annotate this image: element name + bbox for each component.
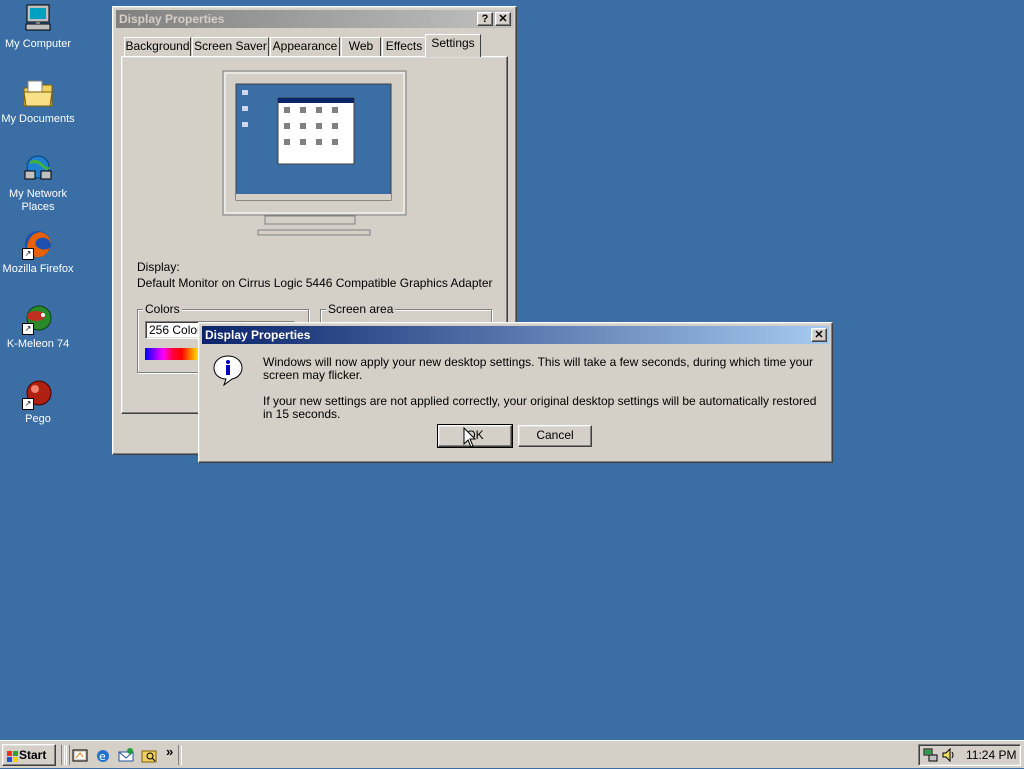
dialog-titlebar[interactable]: Display Properties ✕ (202, 326, 829, 344)
desktop-icon-network-places[interactable]: My Network Places (0, 153, 76, 214)
shortcut-arrow-icon: ↗ (22, 248, 34, 260)
start-label: Start (19, 748, 47, 762)
svg-text:e: e (99, 750, 106, 763)
color-palette-bar (145, 348, 200, 360)
explorer-search-icon[interactable] (141, 748, 157, 764)
firefox-icon: ↗ (22, 228, 54, 260)
cancel-button[interactable]: Cancel (518, 425, 592, 447)
documents-folder-icon (22, 78, 54, 110)
desktop-icon-label: Mozilla Firefox (2, 263, 74, 275)
dialog-message-2: If your new settings are not applied cor… (263, 394, 817, 421)
tab-background[interactable]: Background (124, 37, 191, 56)
start-button[interactable]: Start (2, 744, 56, 766)
clock[interactable]: 11:24 PM (966, 748, 1016, 762)
close-button[interactable]: ✕ (495, 12, 511, 26)
tab-appearance[interactable]: Appearance (270, 37, 340, 56)
dialog-message-1: Windows will now apply your new desktop … (263, 355, 814, 382)
shortcut-arrow-icon: ↗ (22, 323, 34, 335)
outlook-express-icon[interactable] (118, 748, 134, 764)
show-desktop-icon[interactable] (72, 748, 88, 764)
desktop-icon-k-meleon[interactable]: ↗ K-Meleon 74 (0, 303, 76, 351)
colors-group-label: Colors (143, 302, 182, 316)
dialog-close-button[interactable]: ✕ (811, 328, 827, 342)
tab-effects[interactable]: Effects (382, 37, 426, 56)
monitor-preview-graphic (222, 70, 407, 236)
pego-icon: ↗ (22, 378, 54, 410)
screen-area-group-label: Screen area (326, 302, 396, 316)
windows-logo-icon (7, 749, 19, 762)
computer-icon (22, 3, 54, 35)
desktop-icon-pego[interactable]: ↗ Pego (0, 378, 76, 426)
window-titlebar[interactable]: Display Properties ? ✕ (116, 10, 513, 28)
desktop-icon-label: Pego (25, 413, 51, 425)
desktop-icon-label: K-Meleon 74 (6, 338, 70, 350)
taskbar: Start e » 11:24 PM (0, 740, 1024, 768)
confirm-dialog: Display Properties ✕ Windows will now ap… (198, 322, 833, 463)
quicklaunch-grip (66, 745, 70, 765)
help-button[interactable]: ? (477, 12, 493, 26)
quicklaunch-more-chevron[interactable]: » (166, 744, 173, 759)
information-icon (212, 354, 244, 387)
tab-settings[interactable]: Settings (425, 34, 481, 57)
tab-web[interactable]: Web (341, 37, 381, 56)
desktop-icon-my-documents[interactable]: My Documents (0, 78, 76, 126)
system-tray: 11:24 PM (918, 744, 1021, 766)
k-meleon-icon: ↗ (22, 303, 54, 335)
window-title: Display Properties (119, 12, 225, 26)
taskbar-separator (178, 745, 182, 765)
desktop-icon-firefox[interactable]: ↗ Mozilla Firefox (0, 228, 76, 276)
internet-explorer-icon[interactable]: e (95, 748, 111, 764)
desktop-icon-label: My Documents (1, 113, 75, 125)
taskbar-separator (61, 745, 65, 765)
desktop-icon-label: My Network Places (8, 188, 68, 213)
network-places-icon (22, 153, 54, 185)
dialog-title: Display Properties (205, 328, 311, 342)
volume-tray-icon[interactable] (941, 747, 957, 763)
shortcut-arrow-icon: ↗ (22, 398, 34, 410)
network-tray-icon[interactable] (923, 747, 939, 763)
monitor-preview (222, 70, 408, 240)
display-label: Display: (137, 260, 180, 274)
display-adapter-text: Default Monitor on Cirrus Logic 5446 Com… (137, 276, 493, 290)
desktop-icon-my-computer[interactable]: My Computer (0, 3, 76, 51)
mouse-cursor-icon (463, 426, 477, 449)
tab-screen-saver[interactable]: Screen Saver (192, 37, 269, 56)
desktop-icon-label: My Computer (4, 38, 72, 50)
